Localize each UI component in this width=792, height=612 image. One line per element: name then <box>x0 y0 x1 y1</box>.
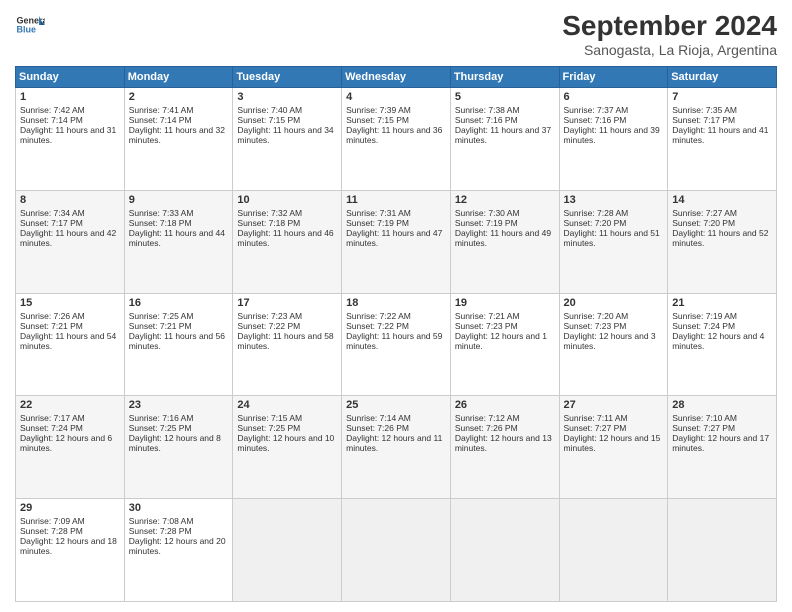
table-row: 26Sunrise: 7:12 AMSunset: 7:26 PMDayligh… <box>450 396 559 499</box>
col-monday: Monday <box>124 67 233 88</box>
col-wednesday: Wednesday <box>342 67 451 88</box>
table-row: 9Sunrise: 7:33 AMSunset: 7:18 PMDaylight… <box>124 190 233 293</box>
header: General Blue September 2024 Sanogasta, L… <box>15 10 777 58</box>
col-thursday: Thursday <box>450 67 559 88</box>
table-row: 30Sunrise: 7:08 AMSunset: 7:28 PMDayligh… <box>124 499 233 602</box>
table-row: 22Sunrise: 7:17 AMSunset: 7:24 PMDayligh… <box>16 396 125 499</box>
logo-icon: General Blue <box>15 10 45 40</box>
table-row <box>668 499 777 602</box>
logo: General Blue <box>15 10 45 40</box>
table-row: 15Sunrise: 7:26 AMSunset: 7:21 PMDayligh… <box>16 293 125 396</box>
table-row: 23Sunrise: 7:16 AMSunset: 7:25 PMDayligh… <box>124 396 233 499</box>
page: General Blue September 2024 Sanogasta, L… <box>0 0 792 612</box>
table-row: 1Sunrise: 7:42 AMSunset: 7:14 PMDaylight… <box>16 88 125 191</box>
table-row: 14Sunrise: 7:27 AMSunset: 7:20 PMDayligh… <box>668 190 777 293</box>
table-row <box>450 499 559 602</box>
svg-text:Blue: Blue <box>17 25 37 35</box>
table-row: 25Sunrise: 7:14 AMSunset: 7:26 PMDayligh… <box>342 396 451 499</box>
col-sunday: Sunday <box>16 67 125 88</box>
table-row <box>559 499 668 602</box>
table-row: 17Sunrise: 7:23 AMSunset: 7:22 PMDayligh… <box>233 293 342 396</box>
table-row: 16Sunrise: 7:25 AMSunset: 7:21 PMDayligh… <box>124 293 233 396</box>
table-row: 13Sunrise: 7:28 AMSunset: 7:20 PMDayligh… <box>559 190 668 293</box>
table-row: 6Sunrise: 7:37 AMSunset: 7:16 PMDaylight… <box>559 88 668 191</box>
table-row: 4Sunrise: 7:39 AMSunset: 7:15 PMDaylight… <box>342 88 451 191</box>
table-row: 12Sunrise: 7:30 AMSunset: 7:19 PMDayligh… <box>450 190 559 293</box>
month-title: September 2024 <box>562 10 777 42</box>
table-row: 20Sunrise: 7:20 AMSunset: 7:23 PMDayligh… <box>559 293 668 396</box>
col-friday: Friday <box>559 67 668 88</box>
subtitle: Sanogasta, La Rioja, Argentina <box>562 42 777 58</box>
table-row: 7Sunrise: 7:35 AMSunset: 7:17 PMDaylight… <box>668 88 777 191</box>
calendar-week-row: 22Sunrise: 7:17 AMSunset: 7:24 PMDayligh… <box>16 396 777 499</box>
calendar-week-row: 8Sunrise: 7:34 AMSunset: 7:17 PMDaylight… <box>16 190 777 293</box>
title-block: September 2024 Sanogasta, La Rioja, Arge… <box>562 10 777 58</box>
calendar-week-row: 15Sunrise: 7:26 AMSunset: 7:21 PMDayligh… <box>16 293 777 396</box>
col-saturday: Saturday <box>668 67 777 88</box>
table-row: 28Sunrise: 7:10 AMSunset: 7:27 PMDayligh… <box>668 396 777 499</box>
table-row <box>233 499 342 602</box>
table-row: 2Sunrise: 7:41 AMSunset: 7:14 PMDaylight… <box>124 88 233 191</box>
table-row: 3Sunrise: 7:40 AMSunset: 7:15 PMDaylight… <box>233 88 342 191</box>
calendar-week-row: 29Sunrise: 7:09 AMSunset: 7:28 PMDayligh… <box>16 499 777 602</box>
table-row: 10Sunrise: 7:32 AMSunset: 7:18 PMDayligh… <box>233 190 342 293</box>
table-row: 21Sunrise: 7:19 AMSunset: 7:24 PMDayligh… <box>668 293 777 396</box>
table-row: 5Sunrise: 7:38 AMSunset: 7:16 PMDaylight… <box>450 88 559 191</box>
table-row: 18Sunrise: 7:22 AMSunset: 7:22 PMDayligh… <box>342 293 451 396</box>
table-row <box>342 499 451 602</box>
table-row: 8Sunrise: 7:34 AMSunset: 7:17 PMDaylight… <box>16 190 125 293</box>
table-row: 29Sunrise: 7:09 AMSunset: 7:28 PMDayligh… <box>16 499 125 602</box>
table-row: 11Sunrise: 7:31 AMSunset: 7:19 PMDayligh… <box>342 190 451 293</box>
calendar-week-row: 1Sunrise: 7:42 AMSunset: 7:14 PMDaylight… <box>16 88 777 191</box>
table-row: 27Sunrise: 7:11 AMSunset: 7:27 PMDayligh… <box>559 396 668 499</box>
col-tuesday: Tuesday <box>233 67 342 88</box>
table-row: 24Sunrise: 7:15 AMSunset: 7:25 PMDayligh… <box>233 396 342 499</box>
calendar-header-row: Sunday Monday Tuesday Wednesday Thursday… <box>16 67 777 88</box>
calendar-table: Sunday Monday Tuesday Wednesday Thursday… <box>15 66 777 602</box>
table-row: 19Sunrise: 7:21 AMSunset: 7:23 PMDayligh… <box>450 293 559 396</box>
